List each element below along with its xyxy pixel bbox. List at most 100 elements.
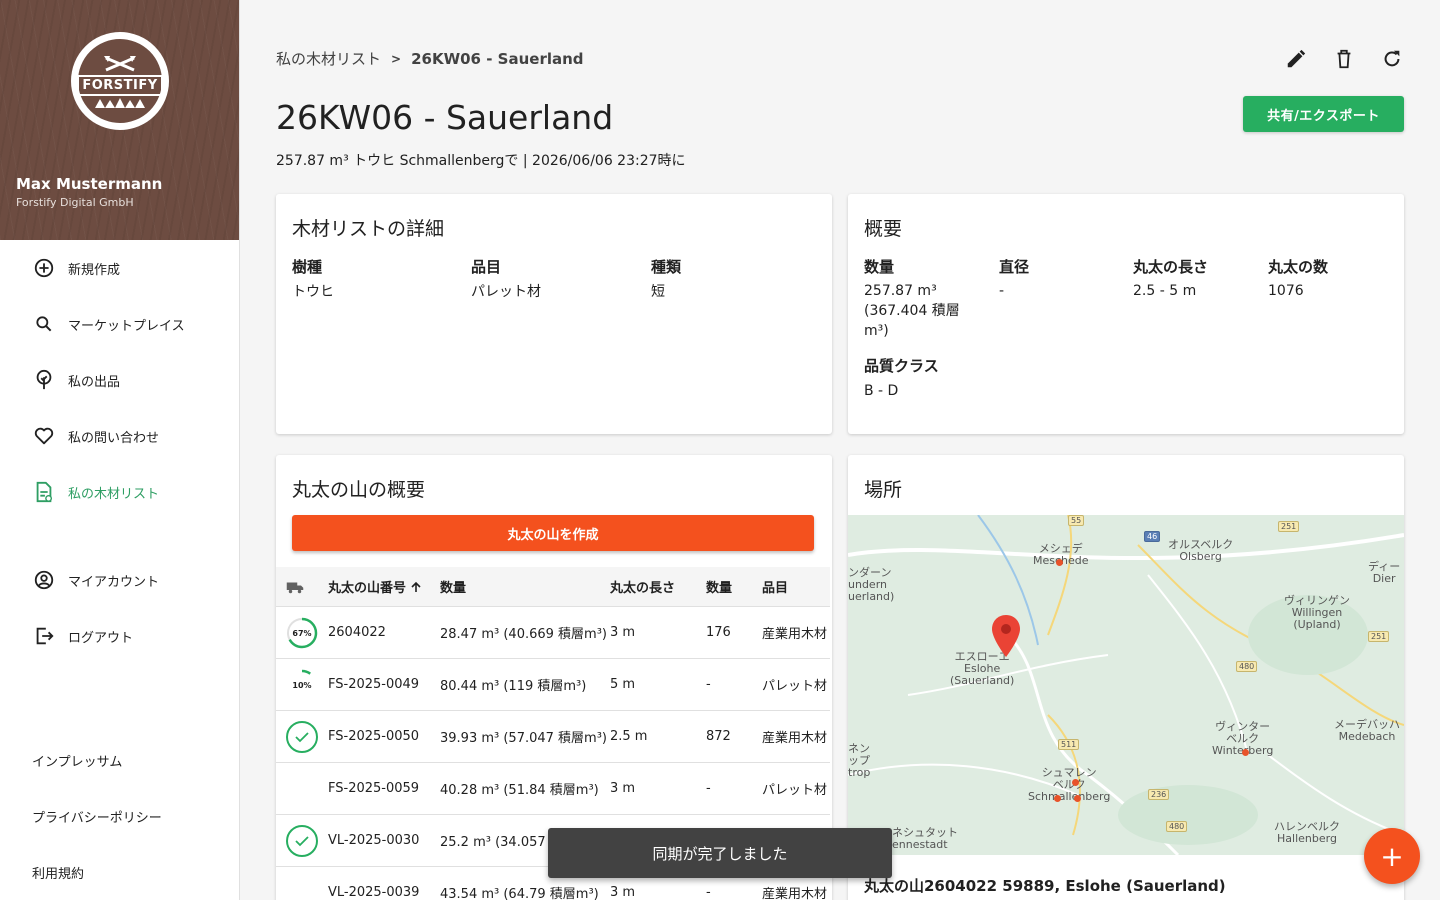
town-dot: [1072, 779, 1079, 786]
main-content: 私の木材リスト > 26KW06 - Sauerland 26KW06 - Sa…: [241, 0, 1440, 900]
map-background: [848, 515, 1404, 855]
town-dot: [1242, 749, 1249, 756]
road-shield: 251: [1368, 631, 1390, 642]
pile-volume: 40.28 m³ (51.84 積層m³): [440, 783, 599, 798]
pile-number: FS-2025-0059: [328, 781, 420, 796]
imprint-link[interactable]: インプレッサム: [0, 732, 240, 788]
pile-item: パレット材: [762, 783, 828, 798]
add-circle-icon: [32, 256, 56, 280]
sidebar-item-inquiries[interactable]: 私の問い合わせ: [0, 408, 240, 464]
table-row[interactable]: FS-2025-0059 40.28 m³ (51.84 積層m³) 3 m -…: [276, 763, 830, 815]
forstify-logo[interactable]: FORSTIFY: [71, 32, 169, 130]
create-pile-button[interactable]: 丸太の山を作成: [292, 515, 814, 551]
road-shield: 236: [1148, 789, 1170, 800]
sidebar: FORSTIFY Max Mustermann Forstify Digital…: [0, 0, 240, 900]
sidebar-item-new[interactable]: 新規作成: [0, 240, 240, 296]
progress-indicator: 10%: [276, 668, 328, 702]
sidebar-item-marketplace[interactable]: マーケットプレイス: [0, 296, 240, 352]
terms-link[interactable]: 利用規約: [0, 844, 240, 900]
pile-length: 3 m: [610, 885, 636, 900]
table-row[interactable]: 10% FS-2025-0049 80.44 m³ (119 積層m³) 5 m…: [276, 659, 830, 711]
sidebar-item-logout[interactable]: ログアウト: [0, 608, 240, 664]
item-value: パレット材: [471, 284, 541, 300]
logout-icon: [32, 624, 56, 648]
map-label-willingen: ヴィリンゲン Willingen (Upland): [1284, 594, 1350, 631]
col-item[interactable]: 品目: [762, 577, 832, 596]
pile-length: 5 m: [610, 677, 636, 692]
location-map[interactable]: メシェデMeschede オルスベルクOlsberg エスローエEslohe(S…: [848, 515, 1404, 855]
refresh-icon[interactable]: [1380, 47, 1404, 71]
delete-icon[interactable]: [1332, 47, 1356, 71]
crossed-axes-icon: [104, 55, 136, 71]
map-label-medebach: メーデバッハ Medebach: [1334, 718, 1400, 743]
road-shield: 480: [1236, 661, 1258, 672]
log-length-value: 2.5 - 5 m: [1133, 283, 1197, 299]
pile-item: 産業用木材: [762, 731, 828, 746]
details-title: 木材リストの詳細: [292, 218, 445, 240]
sort-up-icon: [411, 581, 421, 592]
town-dot: [1056, 559, 1063, 566]
map-label-olsberg: オルスベルク Olsberg: [1168, 538, 1234, 563]
account-icon: [32, 568, 56, 592]
progress-indicator: 67%: [276, 616, 328, 650]
quantity-value: 257.87 m³ (367.404 積層 m³): [864, 283, 960, 339]
top-actions: [1284, 47, 1404, 71]
road-shield: 46: [1144, 531, 1161, 542]
map-label-lennestadt: ネシュタット ennestadt: [892, 826, 958, 851]
table-row[interactable]: 67% 2604022 28.47 m³ (40.669 積層m³) 3 m 1…: [276, 607, 830, 659]
col-count[interactable]: 数量: [706, 577, 762, 596]
pile-number: VL-2025-0030: [328, 833, 420, 848]
user-name: Max Mustermann: [16, 175, 163, 193]
pile-number: FS-2025-0050: [328, 729, 420, 744]
map-label-hallenberg: ハレンベルク Hallenberg: [1274, 820, 1340, 845]
quality-value: B - D: [864, 383, 899, 399]
species-label: 樹種: [292, 258, 323, 276]
tree-line-icon: [95, 97, 145, 108]
location-text: 丸太の山2604022 59889, Eslohe (Sauerland): [864, 877, 1226, 895]
breadcrumb-current: 26KW06 - Sauerland: [411, 49, 584, 68]
log-count-label: 丸太の数: [1268, 258, 1329, 276]
tree-icon: [32, 368, 56, 392]
town-dot: [1074, 795, 1081, 802]
table-row[interactable]: FS-2025-0050 39.93 m³ (57.047 積層m³) 2.5 …: [276, 711, 830, 763]
truck-icon: [276, 580, 328, 594]
road-shield: 55: [1068, 515, 1085, 526]
sidebar-nav: 新規作成 マーケットプレイス 私の出品 私の問い合わせ 私の木材リスト マイアカ…: [0, 240, 240, 664]
summary-card: 概要 数量 257.87 m³ (367.404 積層 m³) 直径 - 丸太の…: [848, 194, 1404, 434]
breadcrumb: 私の木材リスト > 26KW06 - Sauerland: [276, 48, 584, 69]
pile-volume: 39.93 m³ (57.047 積層m³): [440, 731, 607, 746]
page-subtitle: 257.87 m³ トウヒ Schmallenbergで | 2026/06/0…: [276, 153, 686, 169]
add-fab-button[interactable]: +: [1364, 828, 1420, 884]
pile-volume: 80.44 m³ (119 積層m³): [440, 679, 587, 694]
col-length[interactable]: 丸太の長さ: [610, 577, 706, 596]
piles-title: 丸太の山の概要: [292, 479, 426, 501]
breadcrumb-separator: >: [391, 51, 402, 66]
pile-volume: 28.47 m³ (40.669 積層m³): [440, 627, 607, 642]
location-title: 場所: [864, 479, 903, 501]
sidebar-item-timber-lists[interactable]: 私の木材リスト: [0, 464, 240, 520]
diameter-label: 直径: [999, 258, 1030, 276]
location-card: 場所 メシェデMeschede オルスベルクOlsberg エスローエEsloh…: [848, 455, 1404, 900]
sidebar-item-label: 私の出品: [68, 374, 121, 390]
species-value: トウヒ: [292, 284, 334, 300]
sidebar-item-label: 新規作成: [68, 262, 121, 278]
progress-ring: 67%: [286, 617, 318, 648]
breadcrumb-parent[interactable]: 私の木材リスト: [276, 48, 381, 69]
document-icon: [32, 480, 56, 504]
log-length-label: 丸太の長さ: [1133, 258, 1209, 276]
pile-count: -: [706, 781, 711, 796]
col-pile-number[interactable]: 丸太の山番号: [328, 577, 440, 596]
edit-icon[interactable]: [1284, 47, 1308, 71]
sidebar-item-account[interactable]: マイアカウント: [0, 552, 240, 608]
col-volume[interactable]: 数量: [440, 577, 610, 596]
map-pin-icon[interactable]: [992, 615, 1020, 657]
sync-toast: 同期が完了しました: [548, 828, 892, 878]
privacy-link[interactable]: プライバシーポリシー: [0, 788, 240, 844]
completed-check-icon: [276, 720, 328, 754]
map-label-sundern: ンダーン undern uerland): [848, 566, 895, 603]
pile-number: 2604022: [328, 625, 386, 640]
share-export-button[interactable]: 共有/エクスポート: [1243, 96, 1404, 132]
road-shield: 511: [1058, 739, 1080, 750]
quantity-label: 数量: [864, 258, 895, 276]
sidebar-item-my-listings[interactable]: 私の出品: [0, 352, 240, 408]
